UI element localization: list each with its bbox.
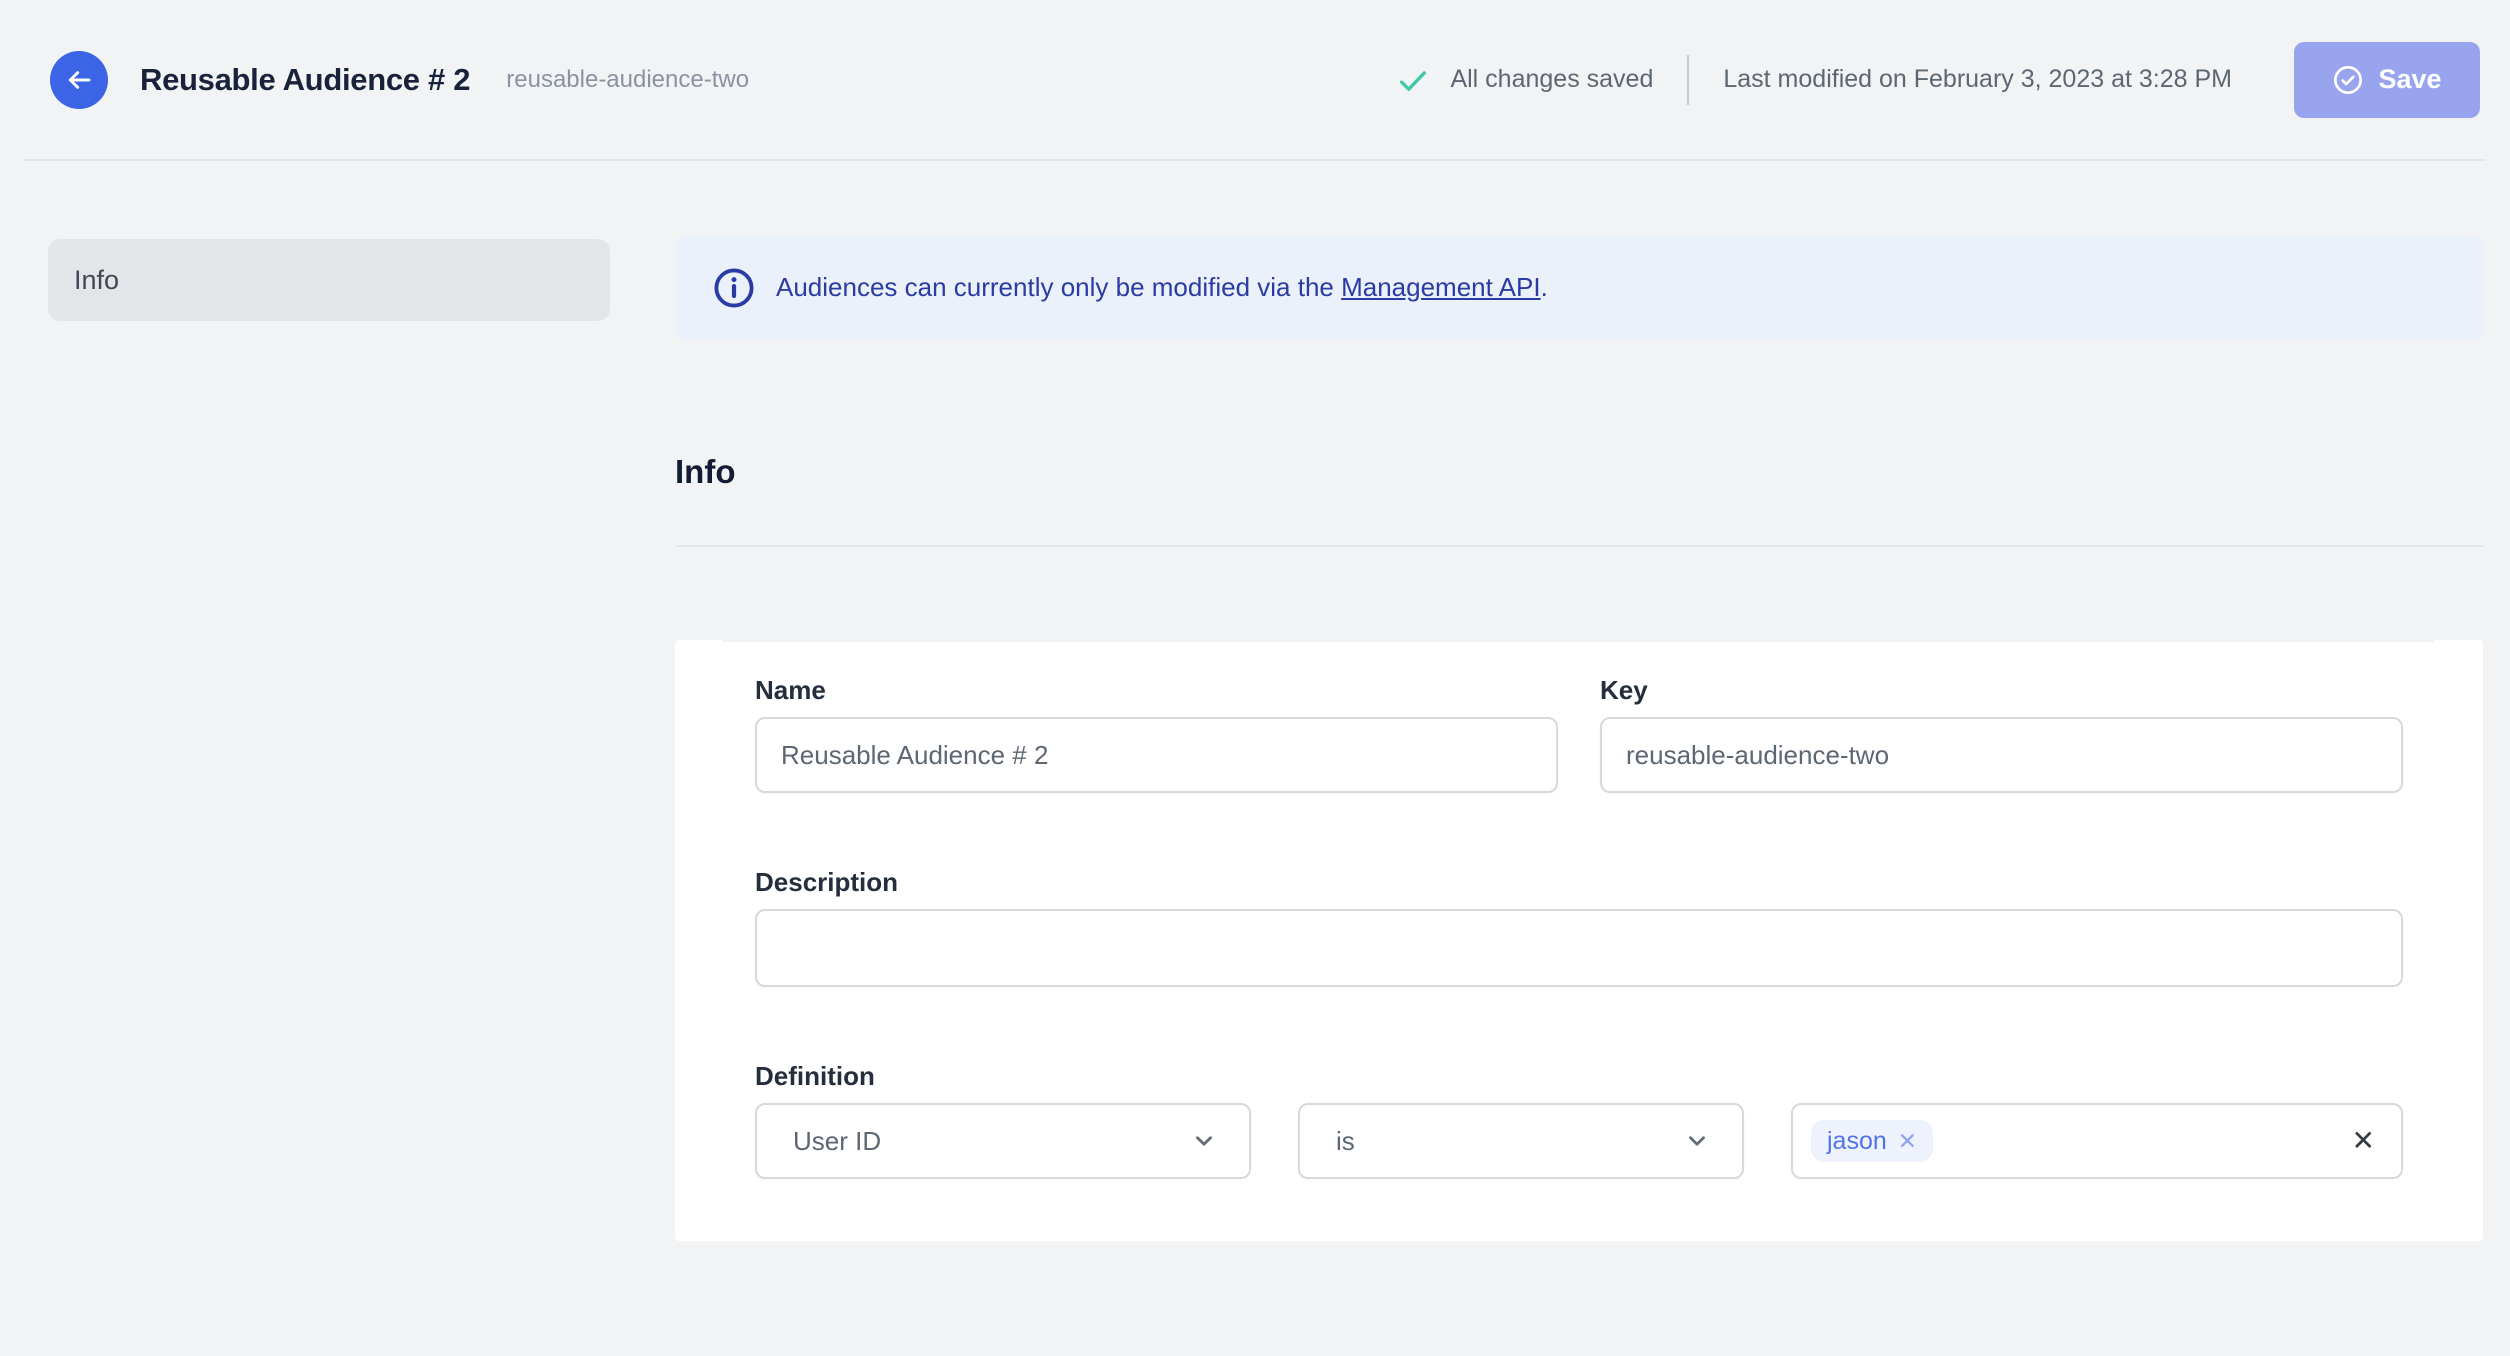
info-banner: Audiences can currently only be modified… — [675, 235, 2483, 340]
key-field-group: Key — [1600, 675, 2403, 793]
operator-select-value: is — [1336, 1125, 1355, 1156]
page-subtitle: reusable-audience-two — [506, 65, 750, 93]
section-title: Info — [675, 453, 736, 490]
banner-text: Audiences can currently only be modified… — [776, 272, 1548, 303]
circle-check-icon — [2332, 64, 2364, 96]
banner-text-after: . — [1540, 272, 1548, 302]
sidebar: Info — [0, 161, 675, 321]
save-status-text: All changes saved — [1450, 65, 1654, 93]
clear-values-icon[interactable]: ✕ — [2352, 1127, 2375, 1155]
info-card: Name Key Description Definition — [675, 640, 2483, 1241]
name-label: Name — [755, 675, 826, 705]
value-chip: jason ✕ — [1811, 1120, 1934, 1162]
management-api-link[interactable]: Management API — [1341, 272, 1540, 302]
value-chip-label: jason — [1827, 1126, 1887, 1155]
description-label: Description — [755, 867, 899, 897]
header-divider — [1687, 54, 1690, 105]
header-actions: All changes saved Last modified on Febru… — [1396, 41, 2480, 118]
banner-text-before: Audiences can currently only be modified… — [776, 272, 1342, 302]
chevron-down-icon — [1191, 1128, 1217, 1154]
sidebar-item-label: Info — [74, 264, 120, 295]
save-button-label: Save — [2378, 64, 2442, 94]
header: Reusable Audience # 2 reusable-audience-… — [0, 0, 2510, 159]
remove-value-icon[interactable]: ✕ — [1898, 1129, 1917, 1153]
trait-select-value: User ID — [793, 1125, 882, 1156]
chevron-down-icon — [1684, 1128, 1710, 1154]
audience-edit-page: Reusable Audience # 2 reusable-audience-… — [0, 0, 2510, 1263]
section-divider — [675, 545, 2483, 547]
name-input[interactable] — [755, 717, 1558, 793]
last-modified-text: Last modified on February 3, 2023 at 3:2… — [1723, 65, 2232, 93]
info-circle-icon — [712, 266, 756, 310]
description-field-group: Description — [755, 867, 2403, 987]
description-input[interactable] — [755, 909, 2403, 987]
main-content: Audiences can currently only be modified… — [675, 161, 2483, 1263]
values-input[interactable]: jason ✕ ✕ — [1791, 1103, 2403, 1179]
trait-select[interactable]: User ID — [755, 1103, 1251, 1179]
operator-select[interactable]: is — [1298, 1103, 1744, 1179]
definition-label: Definition — [755, 1061, 875, 1091]
save-button[interactable]: Save — [2294, 41, 2480, 118]
definition-field-group: Definition User ID is jason ✕ ✕ — [755, 1061, 2403, 1179]
sidebar-item-info[interactable]: Info — [48, 239, 610, 321]
back-button[interactable] — [50, 50, 108, 109]
info-form: Name Key Description Definition — [723, 642, 2435, 1241]
name-field-group: Name — [755, 675, 1558, 793]
saved-check-icon — [1396, 63, 1430, 97]
key-input[interactable] — [1600, 717, 2403, 793]
page-title: Reusable Audience # 2 — [140, 61, 471, 97]
key-label: Key — [1600, 675, 1648, 705]
definition-row: User ID is jason ✕ ✕ — [755, 1103, 2403, 1179]
arrow-left-icon — [63, 64, 95, 96]
